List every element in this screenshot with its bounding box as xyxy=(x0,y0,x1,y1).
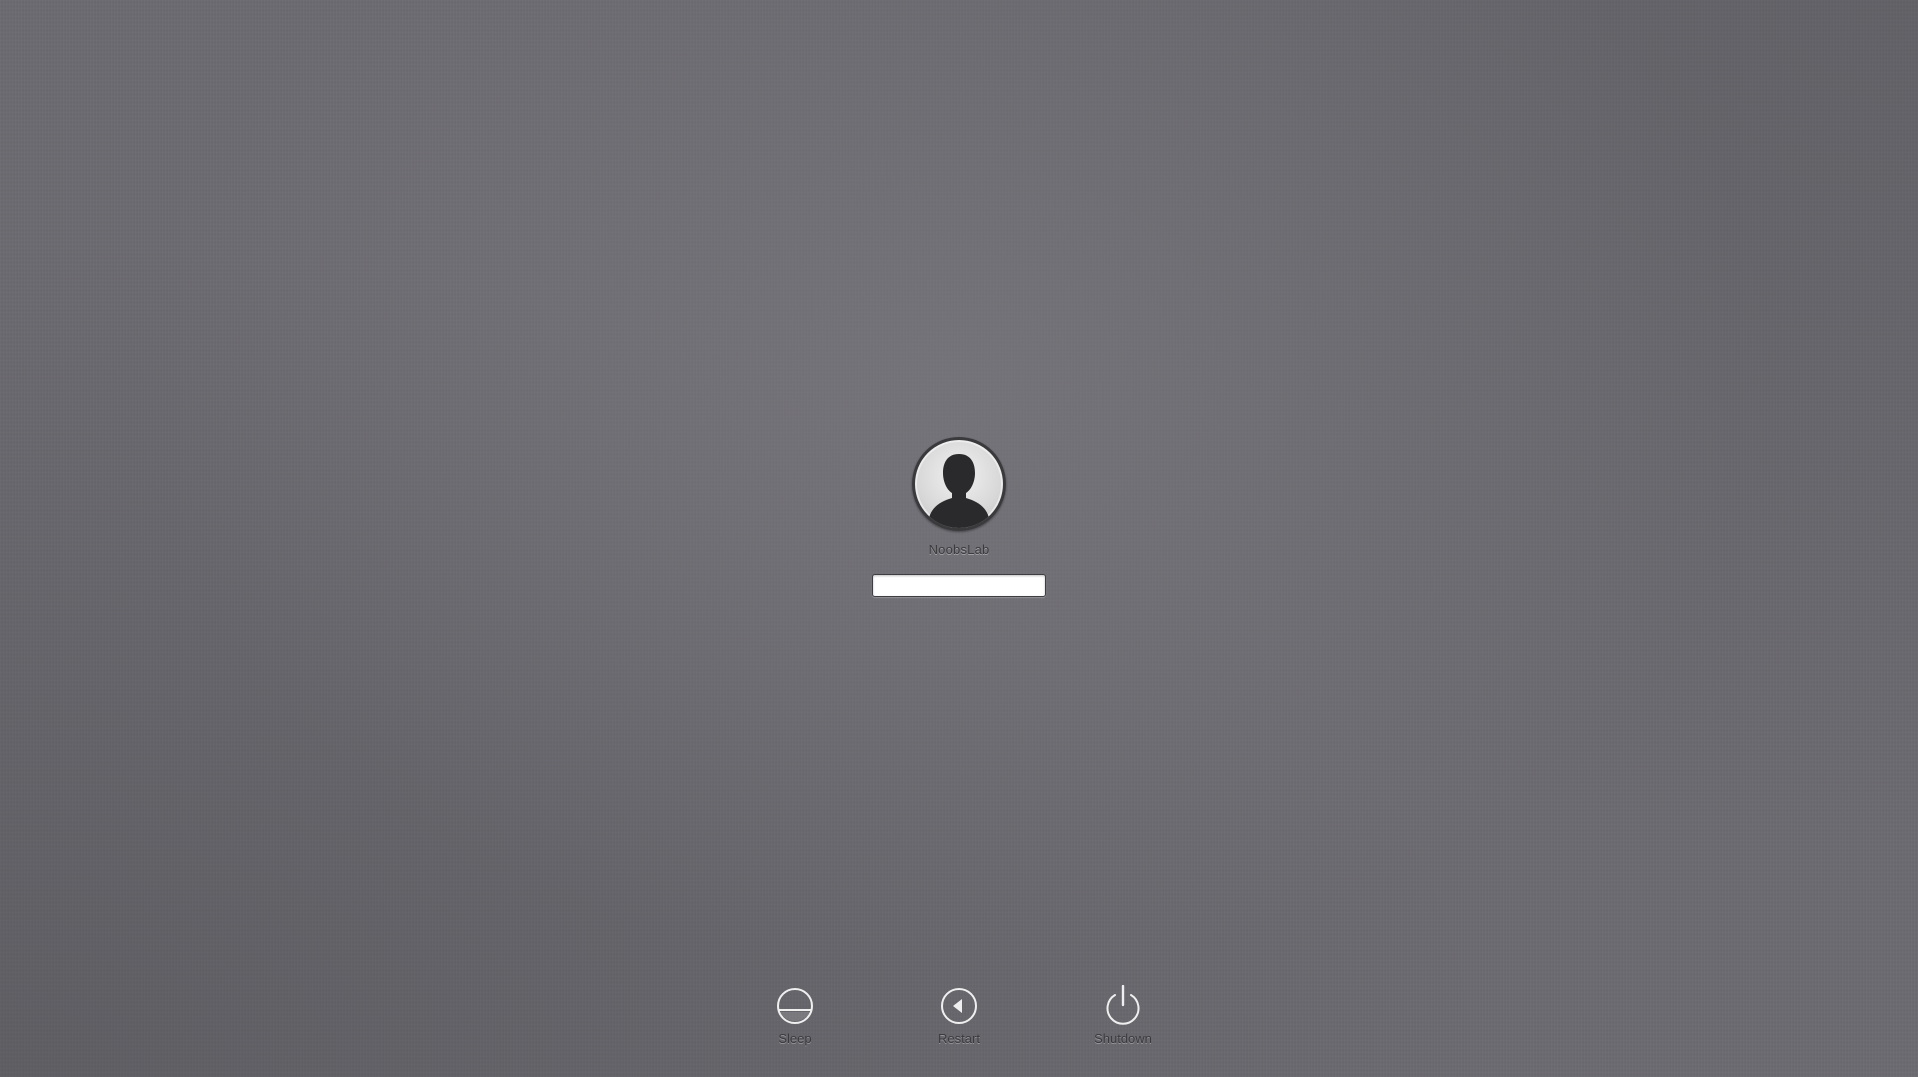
power-icon xyxy=(1106,985,1140,1025)
sleep-button[interactable]: Sleep xyxy=(713,985,877,1046)
user-silhouette-icon xyxy=(929,454,989,528)
user-avatar[interactable] xyxy=(912,437,1006,531)
sleep-label: Sleep xyxy=(778,1031,812,1046)
sleep-icon xyxy=(777,988,813,1024)
restart-label: Restart xyxy=(938,1031,980,1046)
restart-button[interactable]: Restart xyxy=(877,985,1041,1046)
power-options: Sleep Restart Shutdown xyxy=(0,985,1918,1046)
login-panel: NoobsLab xyxy=(0,437,1918,597)
shutdown-button[interactable]: Shutdown xyxy=(1041,985,1205,1046)
restart-icon xyxy=(941,988,977,1024)
password-input[interactable] xyxy=(872,574,1046,597)
username-label: NoobsLab xyxy=(928,542,990,557)
shutdown-label: Shutdown xyxy=(1094,1031,1152,1046)
